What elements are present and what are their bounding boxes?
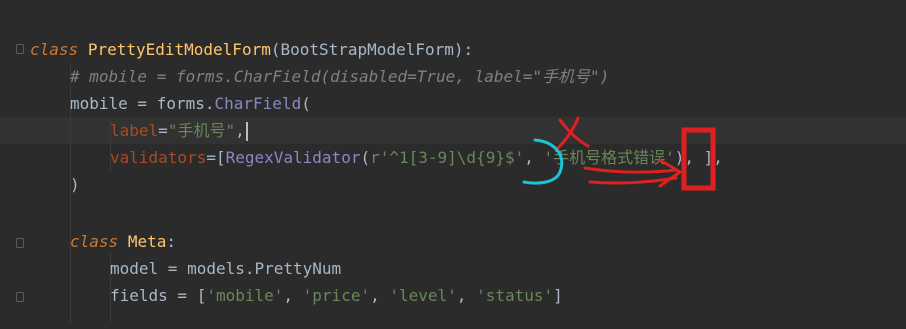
paren: ( bbox=[360, 148, 371, 167]
code-editor[interactable]: class PrettyEditModelForm(BootStrapModel… bbox=[0, 0, 906, 329]
comma: , bbox=[235, 121, 245, 140]
code-line-5[interactable]: validators=[RegexValidator(r'^1[3-9]\d{9… bbox=[110, 144, 723, 171]
regex-literal: r'^1[3-9]\d{9}$' bbox=[370, 148, 525, 167]
code-line-6[interactable]: ) bbox=[70, 171, 80, 198]
code-line-2[interactable]: # mobile = forms.CharField(disabled=True… bbox=[70, 63, 609, 90]
red-arrow-line bbox=[588, 176, 678, 185]
equals: = bbox=[158, 121, 168, 140]
separator: , bbox=[456, 286, 477, 305]
kwarg-name: label bbox=[110, 121, 159, 140]
code-line-3[interactable]: mobile = forms.CharField( bbox=[70, 90, 311, 117]
code-line-7[interactable]: class Meta: bbox=[70, 228, 176, 255]
function-call: RegexValidator bbox=[225, 148, 361, 167]
base-class: (BootStrapModelForm): bbox=[270, 40, 474, 59]
fold-toggle-icon[interactable] bbox=[16, 238, 24, 248]
keyword-class: class bbox=[70, 232, 119, 251]
class-name: PrettyEditModelForm bbox=[87, 40, 271, 59]
field-price: 'price' bbox=[302, 286, 371, 305]
class-name: Meta bbox=[127, 232, 167, 251]
fold-toggle-icon[interactable] bbox=[16, 292, 24, 302]
comment: # mobile = forms.CharField(disabled=True… bbox=[70, 67, 610, 86]
colon: : bbox=[166, 232, 176, 251]
closing: ), ], bbox=[674, 148, 723, 167]
code-line-1[interactable]: class PrettyEditModelForm(BootStrapModel… bbox=[30, 36, 473, 63]
field-level: 'level' bbox=[389, 286, 457, 305]
string-literal: "手机号" bbox=[167, 121, 236, 140]
equals-bracket: =[ bbox=[206, 148, 226, 167]
separator: , bbox=[524, 148, 544, 167]
field-mobile: 'mobile' bbox=[206, 286, 284, 305]
separator: , bbox=[283, 286, 303, 305]
editor-gutter bbox=[0, 0, 30, 329]
assignment: mobile = forms. bbox=[70, 94, 215, 113]
separator: , bbox=[370, 286, 390, 305]
error-message-literal: '手机号格式错误' bbox=[543, 148, 675, 167]
keyword-class: class bbox=[30, 40, 79, 59]
text-caret bbox=[245, 122, 248, 141]
code-line-9[interactable]: fields = ['mobile', 'price', 'level', 's… bbox=[110, 282, 563, 309]
fold-toggle-icon[interactable] bbox=[16, 44, 24, 54]
kwarg-name: validators bbox=[110, 148, 207, 167]
code-line-4[interactable]: label="手机号", bbox=[110, 117, 248, 144]
code-line-8[interactable]: model = models.PrettyNum bbox=[110, 255, 341, 282]
model-assignment: model = models.PrettyNum bbox=[110, 259, 342, 278]
bracket: ] bbox=[553, 286, 563, 305]
function-call: CharField bbox=[214, 94, 302, 113]
paren: ( bbox=[301, 94, 311, 113]
field-status: 'status' bbox=[476, 286, 554, 305]
fields-assignment: fields = [ bbox=[110, 286, 207, 305]
close-paren: ) bbox=[70, 175, 80, 194]
